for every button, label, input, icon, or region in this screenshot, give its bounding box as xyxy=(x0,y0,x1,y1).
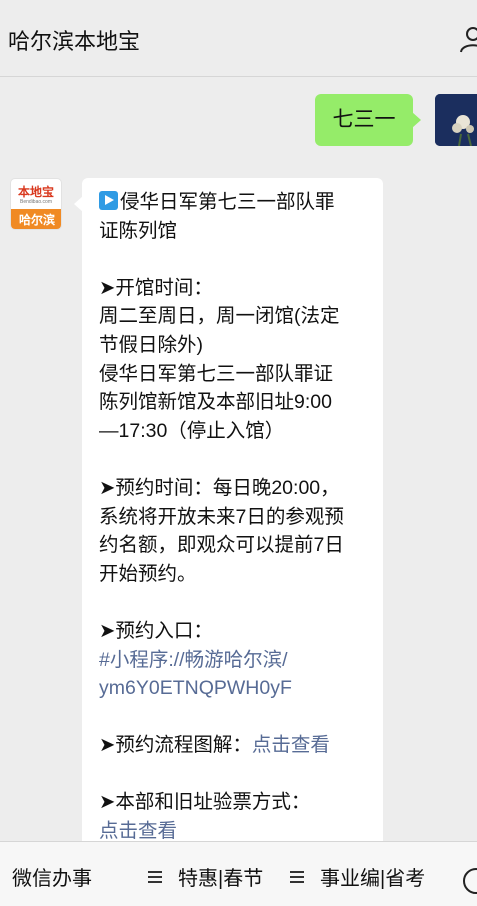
logo-sub-text: Bendibao.com xyxy=(20,199,52,205)
menu-tab-exams[interactable]: 事业编|省考 xyxy=(290,862,425,891)
reply-line: —17:30（停止入馆） xyxy=(99,417,371,446)
reply-text: 约名额，即观众可以提前7日 xyxy=(99,534,344,557)
reply-line xyxy=(99,445,371,474)
reply-link[interactable]: 点击查看 xyxy=(99,820,177,841)
play-icon xyxy=(99,191,118,210)
reply-line xyxy=(99,703,371,732)
flower-photo-icon xyxy=(435,94,477,146)
reply-line: 证陈列馆 xyxy=(99,217,371,246)
reply-text: 侵华日军第七三一部队罪 xyxy=(120,191,335,213)
reply-line[interactable]: ym6Y0ETNQPWH0yF xyxy=(99,674,371,703)
menu-tab-label: 微信办事 xyxy=(12,868,92,890)
reply-line[interactable]: 点击查看 xyxy=(99,817,371,841)
reply-line: ➤开馆时间： xyxy=(99,274,371,303)
logo-city-text: 哈尔滨 xyxy=(11,209,61,229)
menu-tab-label: 事业编|省考 xyxy=(320,868,426,890)
reply-text: 节假日除外) xyxy=(99,333,203,356)
menu-tab-deals[interactable]: 特惠|春节 xyxy=(148,862,263,891)
reply-line xyxy=(99,760,371,789)
reply-text: 陈列馆新馆及本部旧址9:00 xyxy=(99,391,332,414)
reply-text: ➤开馆时间： xyxy=(99,276,213,299)
reply-line: ➤预约入口： xyxy=(99,617,371,646)
chat-area[interactable]: 七三一 本地宝 Bendibao.com 哈尔滨 侵华日军第七三一部队罪 证陈列馆… xyxy=(0,78,477,841)
account-avatar[interactable]: 本地宝 Bendibao.com 哈尔滨 xyxy=(10,178,62,230)
reply-link[interactable]: ym6Y0ETNQPWH0yF xyxy=(99,677,292,699)
menu-list-icon xyxy=(148,871,162,883)
reply-line xyxy=(99,588,371,617)
reply-line: 约名额，即观众可以提前7日 xyxy=(99,531,371,560)
reply-text: ➤本部和旧址验票方式： xyxy=(99,791,311,814)
chat-header: 哈尔滨本地宝 xyxy=(0,0,477,77)
reply-message-bubble: 侵华日军第七三一部队罪证陈列馆 ➤开馆时间： 周二至周日，周一闭馆(法定 节假日除外)… xyxy=(74,178,383,841)
menu-tab-wechat-service[interactable]: 微信办事 xyxy=(12,862,92,891)
menu-tab-label: 特惠|春节 xyxy=(178,868,264,890)
reply-line: ➤预约时间：每日晚20:00， xyxy=(99,474,371,503)
reply-link[interactable]: 点击查看 xyxy=(252,734,330,756)
reply-line: 节假日除外) xyxy=(99,331,371,360)
reply-text: 周二至周日，周一闭馆(法定 xyxy=(99,305,340,328)
reply-text: ➤预约时间：每日晚20:00， xyxy=(99,476,340,499)
reply-link[interactable]: #小程序://畅游哈尔滨/ xyxy=(99,649,288,671)
reply-line: 侵华日军第七三一部队罪证 xyxy=(99,360,371,389)
page-title: 哈尔滨本地宝 xyxy=(8,29,141,54)
user-avatar[interactable] xyxy=(435,94,477,146)
reply-line: 开始预约。 xyxy=(99,560,371,589)
menu-list-icon xyxy=(290,871,304,883)
reply-line: ➤本部和旧址验票方式： xyxy=(99,788,371,817)
reply-text: 系统将开放未来7日的参观预 xyxy=(99,505,344,528)
reply-line: 周二至周日，周一闭馆(法定 xyxy=(99,302,371,331)
reply-text: 侵华日军第七三一部队罪证 xyxy=(99,362,334,385)
reply-text: 证陈列馆 xyxy=(99,219,178,242)
reply-text: ➤预约入口： xyxy=(99,619,213,642)
reply-line: 陈列馆新馆及本部旧址9:00 xyxy=(99,388,371,417)
reply-text: 开始预约。 xyxy=(99,562,197,585)
logo-top-text: 本地宝 xyxy=(17,185,54,199)
reply-line: 系统将开放未来7日的参观预 xyxy=(99,503,371,532)
reply-line: ➤预约流程图解：点击查看 xyxy=(99,731,371,760)
reply-line xyxy=(99,245,371,274)
reply-text: ➤预约流程图解： xyxy=(99,734,252,757)
reply-line[interactable]: #小程序://畅游哈尔滨/ xyxy=(99,646,371,675)
reply-line: 侵华日军第七三一部队罪 xyxy=(99,188,371,217)
bottom-menu-bar: 微信办事 特惠|春节 事业编|省考 xyxy=(0,841,477,906)
user-profile-icon[interactable] xyxy=(458,24,477,54)
user-message-bubble[interactable]: 七三一 xyxy=(315,94,421,146)
reply-text: —17:30（停止入馆） xyxy=(99,419,285,442)
